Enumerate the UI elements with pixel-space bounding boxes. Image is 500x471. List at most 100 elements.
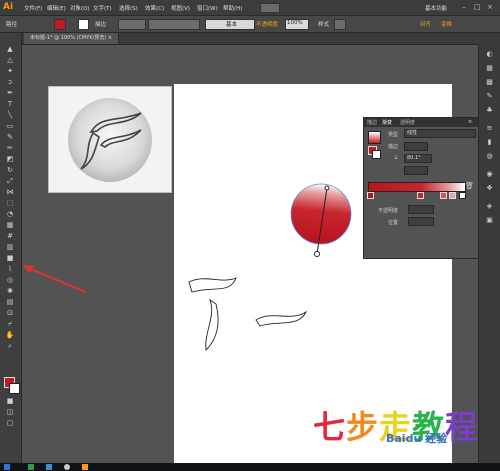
line-tool-icon[interactable]: ╲ [4, 111, 16, 120]
transparency-icon[interactable]: ◍ [484, 152, 495, 161]
tab-stroke[interactable]: 描边 [367, 119, 377, 126]
rectangle-tool-icon[interactable]: ▭ [4, 122, 16, 131]
workspace-switcher[interactable]: 基本功能 [425, 4, 447, 12]
graph-tool-icon[interactable]: ▥ [4, 243, 16, 252]
lasso-icon[interactable]: ↄ [4, 78, 16, 87]
rotate-tool-icon[interactable]: ↻ [4, 166, 16, 175]
eraser-icon[interactable]: ◩ [4, 155, 16, 164]
bridge-icon[interactable] [260, 3, 280, 13]
delete-stop-icon[interactable]: 🗑 [465, 182, 474, 190]
artboards-icon[interactable]: ▣ [484, 216, 495, 225]
taskbar-app-2-icon[interactable] [46, 464, 52, 470]
menu-text[interactable]: 文字(T) [93, 4, 112, 12]
tab-transparency[interactable]: 透明度 [400, 119, 415, 126]
stroke-panel-icon[interactable]: ≡ [484, 124, 495, 133]
start-button-icon[interactable] [4, 464, 10, 470]
minimize-icon[interactable]: – [460, 3, 468, 11]
gradient-preview-swatch[interactable] [368, 131, 381, 144]
gradient-stop-3[interactable] [449, 192, 456, 199]
taskbar-app-1-icon[interactable] [28, 464, 34, 470]
stroke-shape-top[interactable] [188, 277, 237, 293]
reference-image[interactable] [48, 86, 172, 193]
selection-tool-icon[interactable]: ▲ [4, 45, 16, 54]
align-link[interactable]: 对齐 [420, 20, 431, 28]
direct-selection-tool-icon[interactable]: △ [4, 56, 16, 65]
close-icon[interactable]: × [486, 3, 494, 11]
width-tool-icon[interactable]: ⋈ [4, 188, 16, 197]
menu-effect[interactable]: 效果(C) [145, 4, 164, 12]
style-swatch[interactable] [334, 19, 346, 30]
stop-location-field[interactable] [408, 217, 434, 226]
stroke-options-field[interactable] [404, 142, 428, 151]
menu-file[interactable]: 文件(F) [24, 4, 42, 12]
tab-gradient[interactable]: 渐变 [382, 119, 392, 126]
hand-tool-icon[interactable]: ✋ [4, 331, 16, 340]
angle-field[interactable]: 80.1° [404, 154, 432, 163]
screen-mode-icon[interactable]: ▢ [4, 419, 16, 428]
slice-tool-icon[interactable]: ⌿ [4, 320, 16, 329]
stroke-color-icon[interactable] [9, 383, 20, 394]
taskbar-illustrator-icon[interactable] [82, 464, 88, 470]
document-tab[interactable]: 未标题-1* @ 100% (CMYK/预览) × [24, 33, 120, 44]
gradient-origin-handle[interactable] [314, 251, 320, 257]
artboard-tool-icon[interactable]: ⊡ [4, 309, 16, 318]
menu-window[interactable]: 窗口(W) [197, 4, 218, 12]
menu-object[interactable]: 对象(O) [70, 4, 90, 12]
gradient-end-handle[interactable] [324, 185, 330, 191]
variable-width-dropdown[interactable] [148, 19, 200, 30]
graphic-styles-icon[interactable]: ❖ [484, 184, 495, 193]
stop-opacity-field[interactable] [408, 205, 434, 214]
appearance-icon[interactable]: ◉ [484, 170, 495, 179]
gradient-stop-2[interactable] [440, 192, 447, 199]
pen-tool-icon[interactable]: ✒ [4, 89, 16, 98]
perspective-grid-icon[interactable]: ▦ [4, 221, 16, 230]
menu-help[interactable]: 帮助(H) [223, 4, 242, 12]
paintbrush-icon[interactable]: ✎ [4, 133, 16, 142]
gradient-panel-icon[interactable]: ▮ [484, 138, 495, 147]
stroke-weight-field[interactable] [118, 19, 146, 30]
menu-select[interactable]: 选择(S) [119, 4, 138, 12]
fill-swatch[interactable] [54, 19, 66, 30]
gradient-tool-icon[interactable]: ■ [4, 254, 16, 263]
pencil-icon[interactable]: ✏ [4, 144, 16, 153]
stroke-swatch[interactable] [78, 19, 89, 30]
gradient-stop-0[interactable] [367, 192, 374, 199]
symbol-sprayer-icon[interactable]: ✺ [4, 287, 16, 296]
maximize-icon[interactable]: □ [473, 3, 481, 11]
color-guide-icon[interactable]: ▦ [484, 64, 495, 73]
stroke-shape-vertical[interactable] [205, 298, 219, 351]
aspect-ratio-field[interactable] [404, 166, 428, 175]
swatches-icon[interactable]: ▩ [484, 78, 495, 87]
column-graph-icon[interactable]: ▤ [4, 298, 16, 307]
type-dropdown[interactable]: 线性 [404, 129, 476, 138]
gradient-circle[interactable] [290, 183, 352, 245]
opacity-label[interactable]: 不透明度 [256, 20, 278, 28]
symbols-icon[interactable]: ♣ [484, 106, 495, 115]
gradient-stop-4[interactable] [459, 192, 466, 199]
taskbar-app-3-icon[interactable] [64, 464, 70, 470]
color-panel-icon[interactable]: ◐ [484, 50, 495, 59]
panel-menu-icon[interactable]: ≡ [468, 119, 472, 125]
brushes-icon[interactable]: ✎ [484, 92, 495, 101]
layers-icon[interactable]: ◈ [484, 202, 495, 211]
opacity-value: 100% [287, 20, 303, 26]
menu-view[interactable]: 视图(V) [171, 4, 190, 12]
eyedropper-icon[interactable]: ⌇ [4, 265, 16, 274]
stroke-indicator-icon[interactable] [372, 150, 381, 159]
free-transform-icon[interactable]: ⬚ [4, 199, 16, 208]
gradient-slider[interactable] [368, 182, 466, 192]
close-tab-icon[interactable]: × [108, 35, 112, 41]
color-mode-icon[interactable]: ■ [4, 397, 16, 406]
magic-wand-icon[interactable]: ✦ [4, 67, 16, 76]
draw-mode-icon[interactable]: ◫ [4, 408, 16, 417]
gradient-stop-1[interactable] [417, 192, 424, 199]
scale-tool-icon[interactable]: ⤢ [4, 177, 16, 186]
stroke-shape-right[interactable] [255, 310, 308, 327]
menu-edit[interactable]: 编辑(E) [47, 4, 66, 12]
mesh-tool-icon[interactable]: # [4, 232, 16, 241]
transform-link[interactable]: 变换 [441, 20, 452, 28]
zoom-tool-icon[interactable]: ⌕ [4, 342, 16, 351]
shape-builder-icon[interactable]: ◔ [4, 210, 16, 219]
type-tool-icon[interactable]: T [4, 100, 16, 109]
blend-tool-icon[interactable]: ◎ [4, 276, 16, 285]
